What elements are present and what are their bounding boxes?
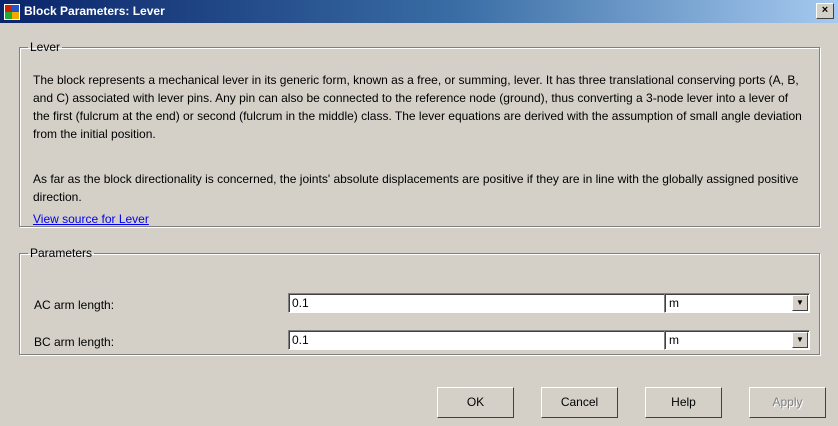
- apply-button[interactable]: Apply: [749, 387, 826, 418]
- parameters-group: Parameters AC arm length: 0.1 m ▼ BC arm…: [19, 246, 820, 355]
- ac-arm-length-unit-value: m: [669, 296, 679, 310]
- help-button[interactable]: Help: [645, 387, 722, 418]
- close-icon: ×: [821, 4, 829, 16]
- chevron-down-icon[interactable]: ▼: [792, 332, 808, 348]
- bc-arm-length-input[interactable]: 0.1: [288, 330, 668, 350]
- window-title: Block Parameters: Lever: [24, 4, 165, 18]
- ac-arm-length-input[interactable]: 0.1: [288, 293, 668, 313]
- ac-arm-length-label: AC arm length:: [34, 298, 115, 312]
- bc-arm-length-label: BC arm length:: [34, 335, 115, 349]
- bc-arm-length-unit-value: m: [669, 333, 679, 347]
- title-bar[interactable]: Block Parameters: Lever ×: [0, 0, 838, 23]
- lever-group-legend: Lever: [30, 40, 61, 54]
- chevron-down-icon[interactable]: ▼: [792, 295, 808, 311]
- parameters-group-legend: Parameters: [30, 246, 93, 260]
- bc-arm-length-unit-select[interactable]: m ▼: [664, 330, 810, 350]
- close-button[interactable]: ×: [816, 3, 834, 19]
- description-paragraph-2: As far as the block directionality is co…: [33, 172, 799, 204]
- ok-button[interactable]: OK: [437, 387, 514, 418]
- view-source-link[interactable]: View source for Lever: [33, 212, 149, 226]
- description-paragraph-1: The block represents a mechanical lever …: [33, 73, 802, 141]
- simulink-block-icon: [4, 4, 20, 20]
- block-parameters-dialog: Block Parameters: Lever × Lever The bloc…: [0, 0, 838, 426]
- cancel-button[interactable]: Cancel: [541, 387, 618, 418]
- lever-description-group: Lever The block represents a mechanical …: [19, 40, 820, 227]
- ac-arm-length-unit-select[interactable]: m ▼: [664, 293, 810, 313]
